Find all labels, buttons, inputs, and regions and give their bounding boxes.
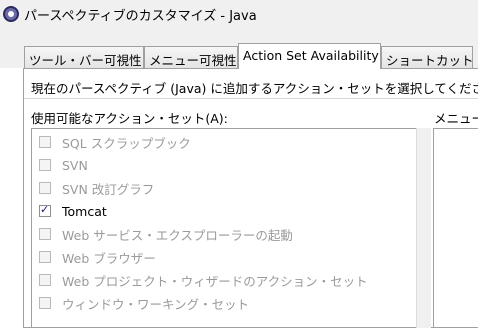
list-item-label: SVN 改訂グラフ [62, 181, 155, 197]
list-item[interactable]: SVN 改訂グラフ [39, 179, 154, 197]
instruction-text: 現在のパースペクティブ (Java) に追加するアクション・セットを選択してくだ… [31, 81, 478, 96]
checkbox[interactable] [39, 136, 51, 148]
checkbox[interactable] [39, 297, 51, 309]
menu-bar-details-list[interactable] [433, 128, 478, 328]
list-item-label: SVN [62, 157, 88, 173]
list-item[interactable]: ✓ Tomcat [39, 202, 107, 220]
list-item-label: Web プロジェクト・ウィザードのアクション・セット [62, 273, 368, 289]
list-item[interactable]: SVN [39, 156, 88, 174]
checkbox[interactable] [39, 274, 51, 286]
separator [24, 98, 478, 99]
checkbox[interactable] [39, 182, 51, 194]
menu-bar-details-label: メニュー [434, 111, 478, 126]
list-item[interactable]: Web ブラウザー [39, 248, 156, 266]
title-bar: パースペクティブのカスタマイズ - Java [0, 0, 478, 28]
checkbox[interactable] [39, 159, 51, 171]
list-item[interactable]: SQL スクラップブック [39, 133, 191, 151]
tab-action-set-availability[interactable]: Action Set Availability [238, 43, 381, 69]
window-title: パースペクティブのカスタマイズ - Java [24, 9, 257, 24]
tab-shortcuts[interactable]: ショートカット [381, 46, 473, 68]
list-item-label: ウィンドウ・ワーキング・セット [62, 296, 250, 312]
list-item-label: Web ブラウザー [62, 250, 156, 266]
checkbox[interactable] [39, 251, 51, 263]
eclipse-icon [3, 6, 19, 22]
checkbox[interactable]: ✓ [39, 203, 51, 217]
list-item[interactable]: ウィンドウ・ワーキング・セット [39, 294, 249, 312]
list-scrollbar[interactable] [416, 128, 431, 328]
list-item-label: SQL スクラップブック [62, 135, 191, 151]
available-action-sets-label: 使用可能なアクション・セット(A): [31, 111, 228, 126]
action-set-list[interactable]: SQL スクラップブック SVN SVN 改訂グラフ ✓ Tomcat Web … [31, 128, 417, 328]
tab-menu-visibility[interactable]: メニュー可視性 [144, 46, 238, 68]
list-item[interactable]: Web プロジェクト・ウィザードのアクション・セット [39, 271, 368, 289]
checkmark-icon: ✓ [40, 203, 50, 216]
tab-toolbar-visibility[interactable]: ツール・バー可視性 [24, 46, 144, 68]
list-item-label: Web サービス・エクスプローラーの起動 [62, 227, 293, 243]
list-item-label: Tomcat [62, 203, 107, 219]
list-item[interactable]: Web サービス・エクスプローラーの起動 [39, 225, 293, 243]
checkbox[interactable] [39, 228, 51, 240]
